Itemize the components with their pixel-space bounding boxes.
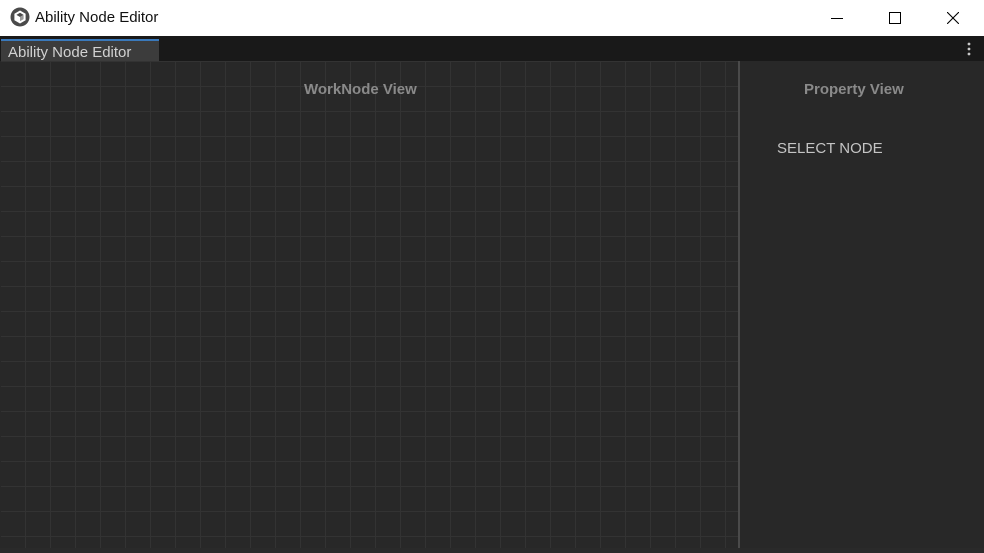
tab-ability-node-editor[interactable]: Ability Node Editor <box>1 39 159 61</box>
minimize-button[interactable] <box>808 0 866 36</box>
property-view-title: Property View <box>804 81 904 98</box>
unity-logo-icon <box>10 7 30 27</box>
minimize-icon <box>831 18 843 19</box>
worknode-view-panel[interactable]: WorkNode View <box>1 61 738 553</box>
window-title-bar[interactable]: Ability Node Editor <box>0 0 984 36</box>
maximize-button[interactable] <box>866 0 924 36</box>
property-view-panel: Property View SELECT NODE <box>740 61 984 553</box>
select-node-message: SELECT NODE <box>777 140 883 157</box>
worknode-view-title: WorkNode View <box>304 81 417 98</box>
bottom-edge <box>0 548 984 553</box>
editor-tab-strip: Ability Node Editor <box>0 36 984 61</box>
maximize-icon <box>889 12 901 24</box>
close-icon <box>947 12 959 24</box>
tab-label: Ability Node Editor <box>8 44 132 61</box>
window-title: Ability Node Editor <box>35 9 159 26</box>
kebab-menu-icon[interactable] <box>962 41 976 57</box>
close-button[interactable] <box>924 0 982 36</box>
